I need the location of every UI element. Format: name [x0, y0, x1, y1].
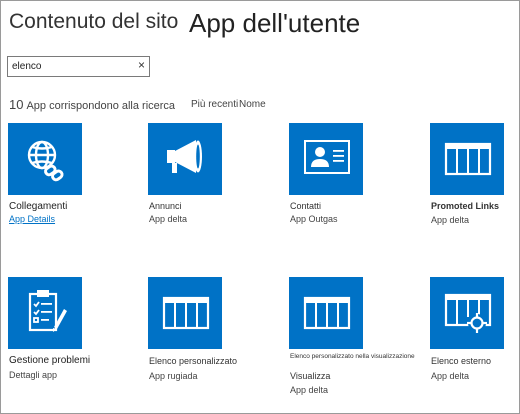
results-count: 10 — [9, 97, 24, 112]
search-input[interactable] — [12, 59, 130, 74]
app-tile-elenco-esterno[interactable] — [430, 277, 504, 349]
search-box: × — [7, 56, 150, 77]
sort-recent-link[interactable]: Più recenti — [191, 99, 238, 110]
globe-link-icon — [27, 140, 64, 182]
app-name: Promoted Links — [431, 201, 500, 211]
table-icon — [162, 296, 210, 330]
app-details-link[interactable]: App Details — [9, 214, 55, 224]
page-title: App dell'utente — [189, 8, 361, 38]
external-list-icon — [444, 293, 492, 333]
app-tile-annunci[interactable] — [148, 123, 222, 195]
app-tile-collegamenti[interactable] — [8, 123, 82, 195]
app-subtitle: App delta — [431, 215, 470, 225]
contact-card-icon — [304, 140, 350, 174]
app-tile-contatti[interactable] — [289, 123, 363, 195]
clipboard-checklist-icon — [28, 290, 67, 332]
app-name: Contatti — [290, 201, 322, 211]
app-name: Collegamenti — [9, 201, 68, 212]
app-name: Elenco personalizzato nella visualizzazi… — [290, 353, 415, 360]
app-name: Elenco esterno — [431, 356, 492, 366]
app-subtitle: Dettagli app — [9, 370, 58, 380]
clear-search-icon[interactable]: × — [138, 58, 145, 72]
app-tile-promoted-links[interactable] — [430, 123, 504, 195]
breadcrumb[interactable]: Contenuto del sito — [9, 10, 178, 34]
app-name: Elenco personalizzato — [149, 356, 238, 366]
results-text: App corrispondono alla ricerca — [26, 100, 176, 112]
app-subtitle: App Outgas — [290, 214, 338, 224]
app-subtitle: App delta — [431, 371, 470, 381]
app-name: Gestione problemi — [9, 355, 91, 366]
table-icon — [444, 142, 492, 176]
app-subtitle: App delta — [149, 214, 188, 224]
sort-name-link[interactable]: Nome — [239, 99, 266, 110]
app-name: Annunci — [149, 201, 182, 211]
app-tile-gestione-problemi[interactable] — [8, 277, 82, 349]
app-name-line2: Visualizza — [290, 371, 331, 381]
megaphone-icon — [167, 140, 202, 173]
app-subtitle: App delta — [290, 385, 329, 395]
app-tile-elenco-personalizzato[interactable] — [148, 277, 222, 349]
results-summary: 10 App corrispondono alla ricerca — [9, 97, 175, 112]
app-subtitle: App rugiada — [149, 371, 198, 381]
table-icon — [303, 296, 351, 330]
app-tile-elenco-visualizzazione[interactable] — [289, 277, 363, 349]
